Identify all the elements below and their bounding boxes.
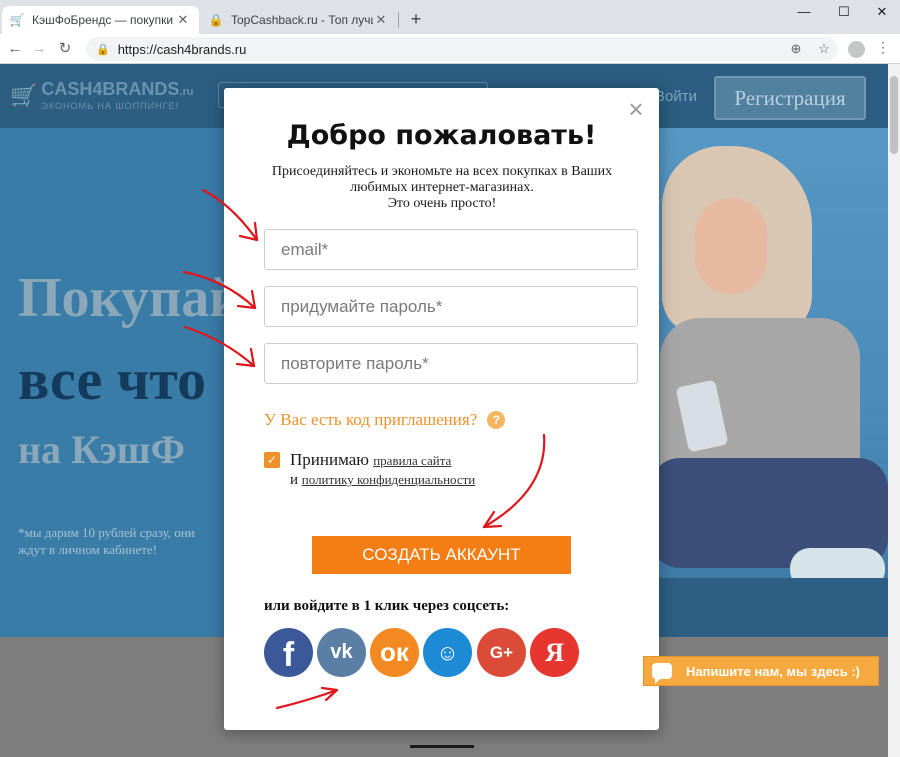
repeat-password-field[interactable]: [264, 343, 638, 384]
invite-code-link[interactable]: У Вас есть код приглашения? ?: [264, 410, 506, 430]
tab-close-icon[interactable]: ✕: [175, 12, 191, 28]
tab-cash4brands[interactable]: 🛒 КэшФоБрендс — покупки с кэш ✕: [2, 6, 199, 34]
terms-row2: и политику конфиденциальности: [290, 472, 475, 489]
section-divider: [410, 745, 474, 748]
tab-bar: 🛒 КэшФоБрендс — покупки с кэш ✕ 🔒 TopCas…: [0, 0, 900, 34]
odnoklassniki-login-button[interactable]: ок: [370, 628, 419, 677]
facebook-login-button[interactable]: f: [264, 628, 313, 677]
terms-checkbox[interactable]: ✓: [264, 452, 280, 468]
menu-dots-icon[interactable]: ⋮: [876, 39, 890, 56]
invite-code-label: У Вас есть код приглашения?: [264, 410, 478, 429]
privacy-policy-link[interactable]: политику конфиденциальности: [302, 472, 476, 487]
forward-arrow-icon[interactable]: →: [28, 38, 50, 60]
zoom-icon[interactable]: ⊕: [786, 39, 806, 59]
hero-heading-line2: все что: [18, 347, 207, 412]
address-bar[interactable]: 🔒 https://cash4brands.ru: [86, 37, 838, 61]
tab-title: TopCashback.ru - Топ лучших кэ: [231, 13, 373, 27]
web-page: 🛒 CASH4BRANDS.ru ЭКОНОМЬ НА ШОППИНГЕ! Во…: [0, 64, 888, 757]
page-scrollbar[interactable]: [888, 64, 900, 757]
password-field[interactable]: [264, 286, 638, 327]
register-button[interactable]: Регистрация: [714, 76, 866, 120]
profile-avatar[interactable]: [848, 41, 865, 58]
registration-modal: × Добро пожаловать! Присоединяйтесь и эк…: [224, 88, 659, 730]
cart-icon: 🛒: [10, 82, 38, 108]
tab-title: КэшФоБрендс — покупки с кэш: [32, 13, 175, 27]
vk-login-button[interactable]: vk: [317, 628, 366, 677]
photo-face: [695, 198, 767, 294]
terms-row1: Принимаю правила сайта: [290, 450, 451, 470]
yandex-login-button[interactable]: Я: [530, 628, 579, 677]
login-link[interactable]: Войти: [655, 88, 697, 105]
site-logo[interactable]: 🛒 CASH4BRANDS.ru ЭКОНОМЬ НА ШОППИНГЕ!: [10, 80, 193, 111]
hero-photo: [640, 128, 888, 637]
reload-icon[interactable]: ↻: [54, 38, 76, 60]
url-text: https://cash4brands.ru: [117, 41, 247, 57]
accept-label: Принимаю: [290, 450, 369, 469]
chat-widget-button[interactable]: Напишите нам, мы здесь :): [643, 656, 879, 686]
browser-toolbar: ← → ↻ 🔒 https://cash4brands.ru ⊕ ☆ ⋮: [0, 34, 900, 64]
window-close-button[interactable]: ✕: [866, 0, 898, 26]
chat-label: Напишите нам, мы здесь :): [686, 663, 861, 679]
site-rules-link[interactable]: правила сайта: [373, 453, 451, 468]
new-tab-button[interactable]: +: [405, 8, 427, 30]
logo-slogan: ЭКОНОМЬ НА ШОППИНГЕ!: [41, 101, 179, 111]
google-login-button[interactable]: G+: [477, 628, 526, 677]
logo-brand: CASH4BRANDS.ru: [41, 79, 194, 99]
hero-heading-line3: на КэшФ: [18, 427, 185, 472]
modal-subtitle: Присоединяйтесь и экономьте на всех поку…: [271, 164, 613, 211]
tab-topcashback[interactable]: 🔒 TopCashback.ru - Топ лучших кэ ✕: [201, 6, 397, 34]
lock-favicon-icon: 🔒: [208, 13, 224, 27]
lock-icon: 🔒: [96, 43, 110, 56]
chat-bubble-icon: [652, 663, 672, 684]
photo-chair: [640, 578, 888, 637]
bookmark-star-icon[interactable]: ☆: [814, 39, 834, 59]
scrollbar-thumb[interactable]: [890, 76, 898, 154]
help-question-icon[interactable]: ?: [487, 411, 506, 429]
and-label: и: [290, 472, 299, 488]
minimize-button[interactable]: —: [788, 0, 820, 26]
create-account-button[interactable]: СОЗДАТЬ АККАУНТ: [312, 536, 571, 574]
tab-separator: [398, 12, 399, 28]
cart-favicon-icon: 🛒: [9, 13, 25, 27]
mailru-login-button[interactable]: ☺: [423, 628, 472, 677]
back-arrow-icon[interactable]: ←: [4, 38, 26, 60]
hero-heading-line1: Покупай: [18, 267, 242, 329]
email-field[interactable]: [264, 229, 638, 270]
modal-title: Добро пожаловать!: [286, 120, 597, 151]
tab-close-icon[interactable]: ✕: [373, 12, 389, 28]
hero-note: *мы дарим 10 рублей сразу, они ждут в ли…: [18, 525, 195, 557]
maximize-button[interactable]: ☐: [828, 0, 860, 26]
social-login-title: или войдите в 1 клик через соцсеть:: [264, 598, 510, 614]
close-icon[interactable]: ×: [624, 96, 648, 122]
